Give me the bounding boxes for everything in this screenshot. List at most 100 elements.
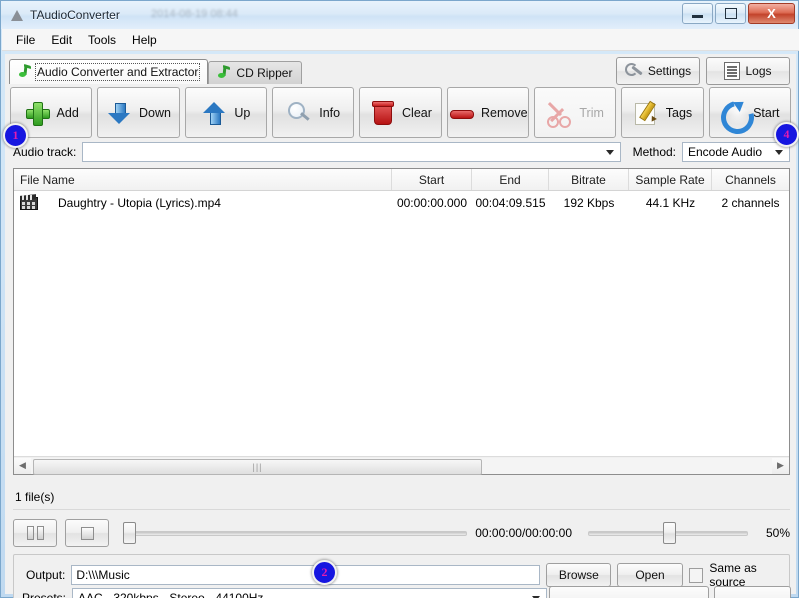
menu-edit[interactable]: Edit — [43, 31, 80, 49]
cell-sample-rate: 44.1 KHz — [645, 195, 696, 210]
volume-slider-thumb[interactable] — [663, 522, 676, 544]
file-name-text: Daughtry - Utopia (Lyrics).mp4 — [58, 195, 221, 210]
settings-button[interactable]: Settings — [616, 57, 700, 85]
tags-label: Tags — [665, 105, 693, 120]
up-label: Up — [234, 105, 251, 120]
volume-percent-label: 50% — [765, 526, 790, 540]
logs-button[interactable]: Logs — [706, 57, 790, 85]
output-settings-panel: Output: D:\\\Music Browse Open Same as s… — [13, 554, 791, 598]
pencil-icon — [633, 100, 659, 126]
position-slider[interactable] — [123, 522, 468, 544]
scrollbar-track[interactable]: ||| — [31, 457, 772, 475]
film-clapper-icon — [20, 194, 38, 210]
title-bar-left: TAudioConverter — [1, 7, 120, 23]
browse-button[interactable]: Browse — [546, 563, 612, 587]
presets-value: AAC - 320kbps - Stereo - 44100Hz — [78, 591, 264, 598]
column-header-bitrate[interactable]: Bitrate — [549, 169, 629, 190]
music-note-icon — [19, 63, 32, 79]
close-icon: X — [767, 6, 776, 21]
file-list[interactable]: File Name Start End Bitrate Sample Rate … — [13, 168, 790, 475]
info-button[interactable]: Info — [271, 87, 355, 138]
app-logo-icon — [9, 7, 25, 23]
method-combo[interactable]: Encode Audio — [682, 142, 790, 162]
plus-icon — [24, 100, 50, 126]
remove-button[interactable]: Remove — [446, 87, 529, 138]
maximize-icon — [724, 8, 737, 19]
output-path-input[interactable]: D:\\\Music — [71, 565, 541, 585]
minus-icon — [448, 100, 475, 126]
tags-button[interactable]: Tags — [621, 87, 704, 138]
title-bar: TAudioConverter 2014-08-19 08:44 X — [1, 1, 798, 29]
cell-bitrate: 192 Kbps — [563, 195, 615, 210]
main-panel: Audio Converter and Extractor CD Ripper … — [3, 54, 799, 598]
stop-button[interactable] — [65, 519, 109, 547]
start-label: Start — [753, 105, 780, 120]
clear-button[interactable]: Clear — [359, 87, 442, 138]
menu-tools[interactable]: Tools — [80, 31, 124, 49]
volume-slider[interactable] — [588, 522, 748, 544]
same-as-source-checkbox[interactable] — [688, 567, 704, 583]
tab-audio-converter-label: Audio Converter and Extractor — [34, 63, 201, 81]
column-header-end[interactable]: End — [472, 169, 549, 190]
maximize-button[interactable] — [715, 3, 746, 24]
menu-help[interactable]: Help — [124, 31, 165, 49]
trim-button[interactable]: Trim — [533, 87, 617, 138]
badge-2: 2 — [312, 560, 337, 585]
audio-track-combo[interactable] — [82, 142, 621, 162]
column-header-channels[interactable]: Channels — [712, 169, 789, 190]
cell-file-name: Daughtry - Utopia (Lyrics).mp4 — [14, 194, 392, 210]
table-row[interactable]: Daughtry - Utopia (Lyrics).mp4 00:00:00.… — [14, 191, 789, 214]
stop-icon — [80, 526, 94, 540]
filters-button[interactable]: Filters — [714, 586, 791, 598]
add-button[interactable]: Add 1 — [3, 87, 93, 148]
start-button[interactable]: Start 4 — [708, 87, 799, 147]
file-count-status: 1 file(s) — [15, 490, 55, 504]
output-row: Output: D:\\\Music Browse Open Same as s… — [20, 560, 795, 589]
tab-audio-converter-and-extractor[interactable]: Audio Converter and Extractor — [9, 59, 209, 84]
presets-combo[interactable]: AAC - 320kbps - Stereo - 44100Hz — [72, 588, 547, 598]
window-title: TAudioConverter — [30, 8, 120, 22]
music-note-icon — [218, 64, 231, 80]
badge-4: 4 — [773, 122, 799, 147]
column-header-start[interactable]: Start — [392, 169, 472, 190]
method-value: Encode Audio — [688, 145, 763, 159]
horizontal-scrollbar[interactable]: ◀ ||| ▶ — [14, 456, 789, 475]
tab-cd-ripper-label: CD Ripper — [236, 66, 293, 80]
pause-button[interactable] — [13, 519, 57, 547]
clear-label: Clear — [402, 105, 432, 120]
scroll-left-arrow-icon[interactable]: ◀ — [14, 457, 31, 474]
open-button[interactable]: Open — [617, 563, 683, 587]
column-header-file-name[interactable]: File Name — [14, 169, 392, 190]
up-button[interactable]: Up — [184, 87, 267, 138]
scroll-right-arrow-icon[interactable]: ▶ — [772, 457, 789, 474]
method-label: Method: — [632, 145, 676, 159]
application-window: TAudioConverter 2014-08-19 08:44 X File … — [0, 0, 799, 598]
add-label: Add — [56, 105, 79, 120]
document-icon — [724, 62, 741, 80]
scrollbar-thumb[interactable]: ||| — [33, 458, 482, 475]
close-button[interactable]: X — [748, 3, 795, 24]
settings-label: Settings — [647, 64, 692, 78]
main-toolbar: Add 1 Down Up Info Clear Remove Trim Tag… — [3, 87, 799, 148]
same-as-source-label: Same as source — [709, 561, 757, 589]
position-slider-thumb[interactable] — [123, 522, 136, 544]
codec-options-button[interactable]: Codec Options — [549, 586, 709, 598]
column-header-sample-rate[interactable]: Sample Rate — [629, 169, 712, 190]
output-label: Output: — [26, 568, 66, 582]
minimize-button[interactable] — [682, 3, 713, 24]
arrow-up-icon — [201, 100, 227, 126]
info-label: Info — [319, 105, 341, 120]
tab-cd-ripper[interactable]: CD Ripper — [208, 61, 303, 84]
menu-file[interactable]: File — [8, 31, 43, 49]
file-list-header: File Name Start End Bitrate Sample Rate … — [14, 169, 789, 191]
window-controls: X — [682, 3, 795, 24]
position-slider-track — [123, 530, 468, 536]
pause-icon — [36, 526, 44, 540]
logs-label: Logs — [745, 64, 772, 78]
menu-bar: File Edit Tools Help — [2, 29, 799, 51]
ghost-text: 2014-08-19 08:44 — [151, 8, 238, 20]
trash-icon — [369, 100, 395, 126]
chevron-down-icon — [605, 149, 614, 155]
down-button[interactable]: Down — [97, 87, 180, 138]
refresh-icon — [715, 94, 761, 140]
